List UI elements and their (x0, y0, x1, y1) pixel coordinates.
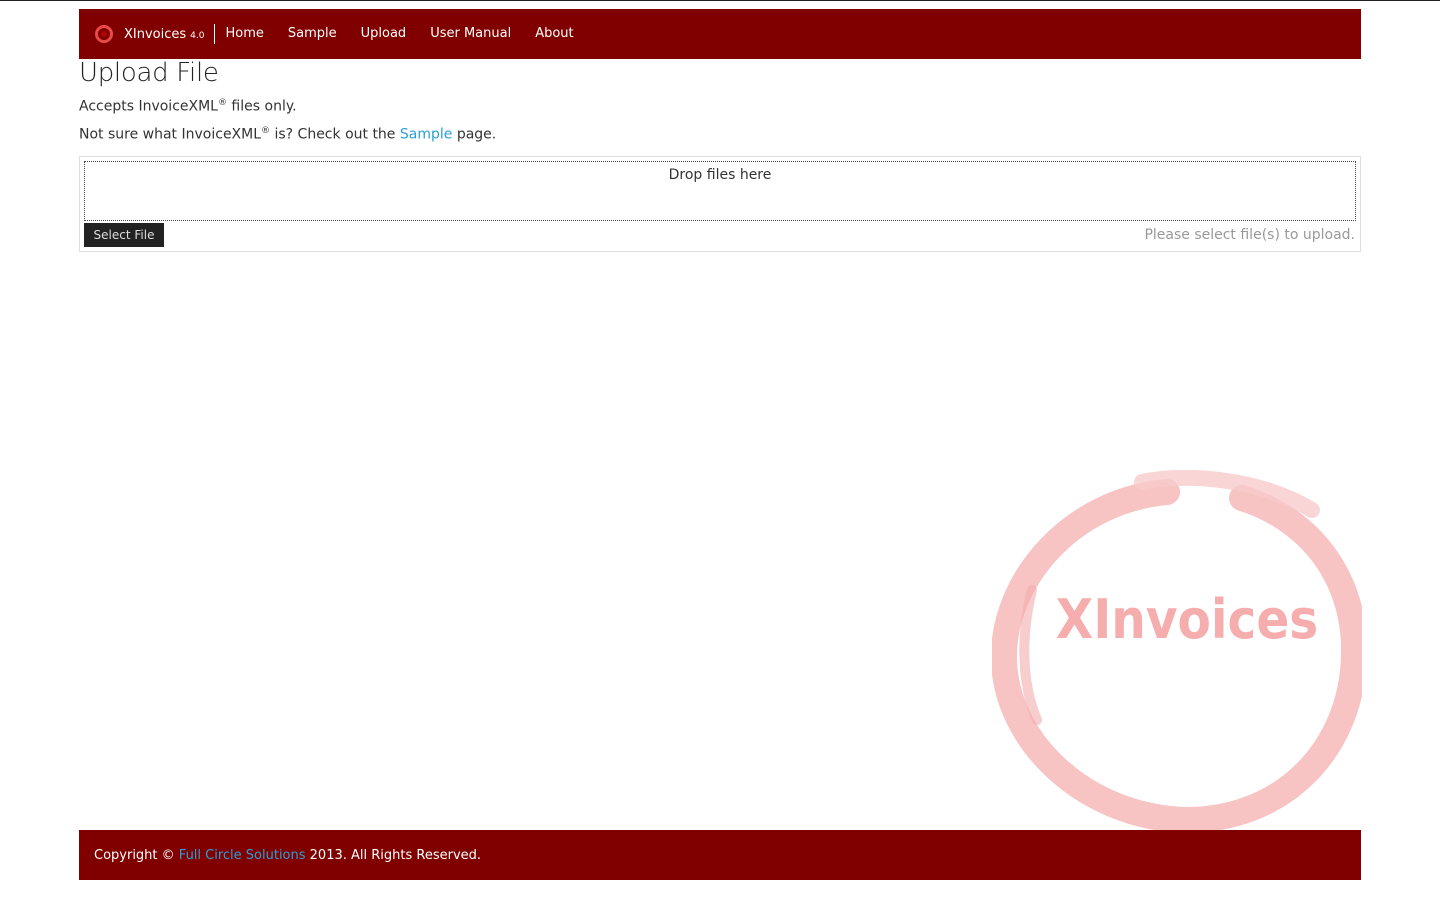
brand-link[interactable]: XInvoices 4.0 (79, 9, 216, 59)
dropzone-label: Drop files here (668, 167, 772, 183)
nav-item-upload[interactable]: Upload (349, 9, 419, 59)
sample-note: Not sure what InvoiceXML® is? Check out … (79, 126, 496, 143)
notsure-suffix: page. (452, 126, 497, 143)
footer-company-link[interactable]: Full Circle Solutions (179, 848, 306, 863)
footer: Copyright © Full Circle Solutions 2013. … (79, 830, 1361, 880)
nav-item-about[interactable]: About (523, 9, 585, 59)
notsure-middle: is? Check out the (270, 126, 400, 143)
accepts-note: Accepts InvoiceXML® files only. (79, 98, 297, 115)
main-nav: Home Sample Upload User Manual About (215, 9, 585, 59)
accepts-prefix: Accepts InvoiceXML (79, 98, 218, 115)
accepts-suffix: files only. (226, 98, 297, 115)
select-file-button[interactable]: Select File (84, 223, 164, 247)
navbar: XInvoices 4.0 Home Sample Upload User Ma… (79, 9, 1361, 59)
footer-text: Copyright © Full Circle Solutions 2013. … (94, 848, 481, 863)
upload-panel: Drop files here Select File Please selec… (79, 156, 1361, 252)
brand-version: 4.0 (190, 31, 205, 41)
sample-link[interactable]: Sample (400, 127, 453, 143)
brand-name: XInvoices (124, 26, 187, 42)
watermark-text: XInvoices (1056, 588, 1319, 651)
registered-mark: ® (217, 98, 227, 108)
footer-prefix: Copyright © (94, 847, 179, 863)
nav-item-user-manual[interactable]: User Manual (418, 9, 523, 59)
top-rule (0, 0, 1440, 1)
upload-status: Please select file(s) to upload. (1144, 227, 1355, 243)
xinvoices-watermark-logo: XInvoices (992, 470, 1362, 830)
dropzone[interactable]: Drop files here (84, 161, 1356, 221)
registered-mark-2: ® (261, 126, 271, 136)
footer-suffix: 2013. All Rights Reserved. (305, 847, 482, 863)
notsure-prefix: Not sure what InvoiceXML (79, 126, 262, 143)
page-title: Upload File (79, 58, 219, 88)
xinvoices-logo-icon (95, 25, 113, 43)
nav-item-sample[interactable]: Sample (276, 9, 349, 59)
nav-item-home[interactable]: Home (215, 9, 275, 59)
